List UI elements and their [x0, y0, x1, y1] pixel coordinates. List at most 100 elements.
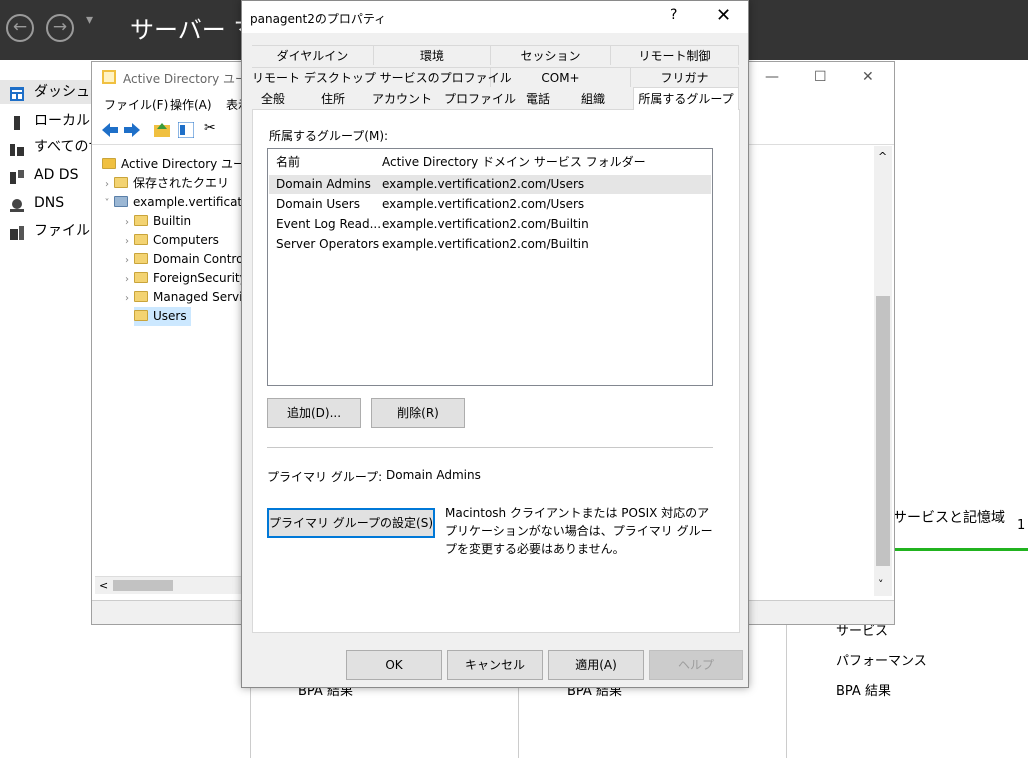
minimize-icon[interactable]: — [765, 69, 779, 85]
expand-icon[interactable]: › [120, 213, 134, 232]
close-icon[interactable]: ✕ [862, 69, 874, 85]
console-tree: Active Directory ユーザーとコンピューター ›保存されたクエリ … [92, 146, 242, 576]
tree-item-root[interactable]: Active Directory ユーザーとコンピューター [102, 155, 242, 174]
tab-member-of[interactable]: 所属するグループ [633, 87, 739, 110]
tree-item-domain-controllers[interactable]: › Domain Controllers [120, 250, 242, 269]
file-icon [10, 224, 24, 240]
column-header-name[interactable]: 名前 [276, 153, 300, 170]
dashboard-icon [10, 85, 24, 101]
group-list[interactable]: 名前 Active Directory ドメイン サービス フォルダー Doma… [267, 148, 713, 386]
dns-icon [10, 196, 24, 212]
scroll-up-icon[interactable]: ^ [878, 150, 887, 163]
tab-account[interactable]: アカウント [370, 89, 434, 109]
close-icon[interactable]: ✕ [716, 5, 731, 26]
tab-furigana[interactable]: フリガナ [631, 67, 739, 87]
row-name: Event Log Read... [276, 217, 382, 231]
row-folder: example.vertification2.com/Users [382, 177, 585, 191]
tab-telephones[interactable]: 電話 [521, 89, 555, 109]
apply-button[interactable]: 適用(A) [548, 650, 644, 680]
expand-icon[interactable]: › [120, 251, 134, 270]
maximize-icon[interactable]: ☐ [814, 69, 827, 85]
tab-rds-profile[interactable]: リモート デスクトップ サービスのプロファイル [252, 67, 512, 87]
adds-icon [10, 168, 24, 184]
table-row[interactable]: Event Log Read... example.vertification2.… [269, 215, 711, 234]
folder-icon [134, 272, 148, 283]
horizontal-scrollbar[interactable]: < [95, 576, 245, 594]
aduc-icon [102, 158, 116, 169]
tab-address[interactable]: 住所 [316, 89, 350, 109]
tree-label: Users [153, 309, 187, 323]
expand-icon[interactable]: › [120, 270, 134, 289]
section-title: サービスと記憶域 [893, 510, 1005, 526]
tab-dialin[interactable]: ダイヤルイン [252, 45, 374, 65]
column-header-folder[interactable]: Active Directory ドメイン サービス フォルダー [382, 153, 646, 170]
tab-general[interactable]: 全般 [256, 89, 290, 109]
primary-group-value: Domain Admins [386, 468, 481, 482]
row-name: Server Operators [276, 237, 380, 251]
menu-file[interactable]: ファイル(F) [104, 96, 168, 113]
forward-arrow-icon[interactable]: → [46, 14, 74, 42]
tree-label: example.vertification2.com [133, 195, 242, 209]
tab-profile[interactable]: プロファイル [444, 89, 516, 109]
tree-label: 保存されたクエリ [133, 176, 230, 190]
properties-dialog: panagent2のプロパティ ? ✕ ダイヤルイン 環境 セッション リモート… [241, 0, 749, 688]
status-bar [878, 548, 1028, 551]
divider [267, 447, 713, 448]
tree-item-builtin[interactable]: › Builtin [120, 212, 191, 231]
folder-icon [134, 234, 148, 245]
tree-label: Domain Controllers [153, 252, 242, 266]
dialog-titlebar: panagent2のプロパティ ? ✕ [242, 1, 748, 33]
ok-button[interactable]: OK [346, 650, 442, 680]
help-icon[interactable]: ? [670, 7, 677, 23]
tree-label: Managed Service Accounts [153, 290, 242, 304]
table-row[interactable]: Domain Users example.vertification2.com/U… [269, 195, 711, 214]
tab-organization[interactable]: 組織 [576, 89, 610, 109]
tree-item-users[interactable]: Users [134, 307, 191, 326]
remove-button[interactable]: 削除(R) [371, 398, 465, 428]
primary-group-label: プライマリ グループ: [267, 470, 383, 484]
dialog-title: panagent2のプロパティ [250, 12, 387, 26]
add-button[interactable]: 追加(D)... [267, 398, 361, 428]
expand-icon[interactable]: › [100, 175, 114, 194]
scroll-thumb[interactable] [113, 580, 173, 591]
vertical-scrollbar[interactable]: ^ ˅ [874, 146, 892, 596]
row-folder: example.vertification2.com/Builtin [382, 237, 589, 251]
console-tree-icon[interactable] [177, 121, 195, 141]
cancel-button[interactable]: キャンセル [447, 650, 543, 680]
domain-icon [114, 196, 128, 207]
tree-item-managed-service[interactable]: › Managed Service Accounts [120, 288, 242, 307]
tree-item-foreign-security[interactable]: › ForeignSecurityPrincipals [120, 269, 242, 288]
row-name: Domain Admins [276, 177, 371, 191]
folder-icon [134, 215, 148, 226]
section-count: 1 [1017, 518, 1026, 533]
up-folder-icon[interactable] [154, 122, 170, 141]
tree-label: ForeignSecurityPrincipals [153, 271, 242, 285]
scroll-down-icon[interactable]: ˅ [878, 578, 884, 591]
table-row[interactable]: Domain Admins example.vertification2.com/… [269, 175, 711, 194]
forward-arrow-icon[interactable] [124, 123, 140, 140]
tab-session[interactable]: セッション [491, 45, 611, 65]
expand-icon[interactable]: › [120, 232, 134, 251]
scroll-thumb[interactable] [876, 296, 890, 566]
servers-icon [10, 140, 24, 156]
tile-performance-label[interactable]: パフォーマンス [836, 650, 927, 669]
set-primary-group-button[interactable]: プライマリ グループの設定(S) [267, 508, 435, 538]
expand-icon[interactable]: › [120, 289, 134, 308]
help-button[interactable]: ヘルプ [649, 650, 743, 680]
table-row[interactable]: Server Operators example.vertification2.c… [269, 235, 711, 254]
tile-bpa-label[interactable]: BPA 結果 [836, 680, 891, 699]
tab-com[interactable]: COM+ [491, 67, 631, 87]
tree-item-domain[interactable]: ˅ example.vertification2.com [100, 193, 243, 213]
tab-remote-control[interactable]: リモート制御 [611, 45, 739, 65]
cut-icon[interactable]: ✂ [204, 120, 216, 136]
menu-action[interactable]: 操作(A) [170, 96, 212, 113]
tree-item-saved-queries[interactable]: › 保存されたクエリ [100, 174, 229, 193]
tab-environment[interactable]: 環境 [374, 45, 491, 65]
tree-item-computers[interactable]: › Computers [120, 231, 219, 250]
collapse-icon[interactable]: ˅ [100, 194, 114, 213]
back-arrow-icon[interactable] [102, 123, 118, 140]
folder-icon [114, 177, 128, 188]
scroll-left-icon[interactable]: < [99, 579, 108, 592]
history-dropdown-icon[interactable]: ▾ [86, 12, 93, 28]
back-arrow-icon[interactable]: ← [6, 14, 34, 42]
